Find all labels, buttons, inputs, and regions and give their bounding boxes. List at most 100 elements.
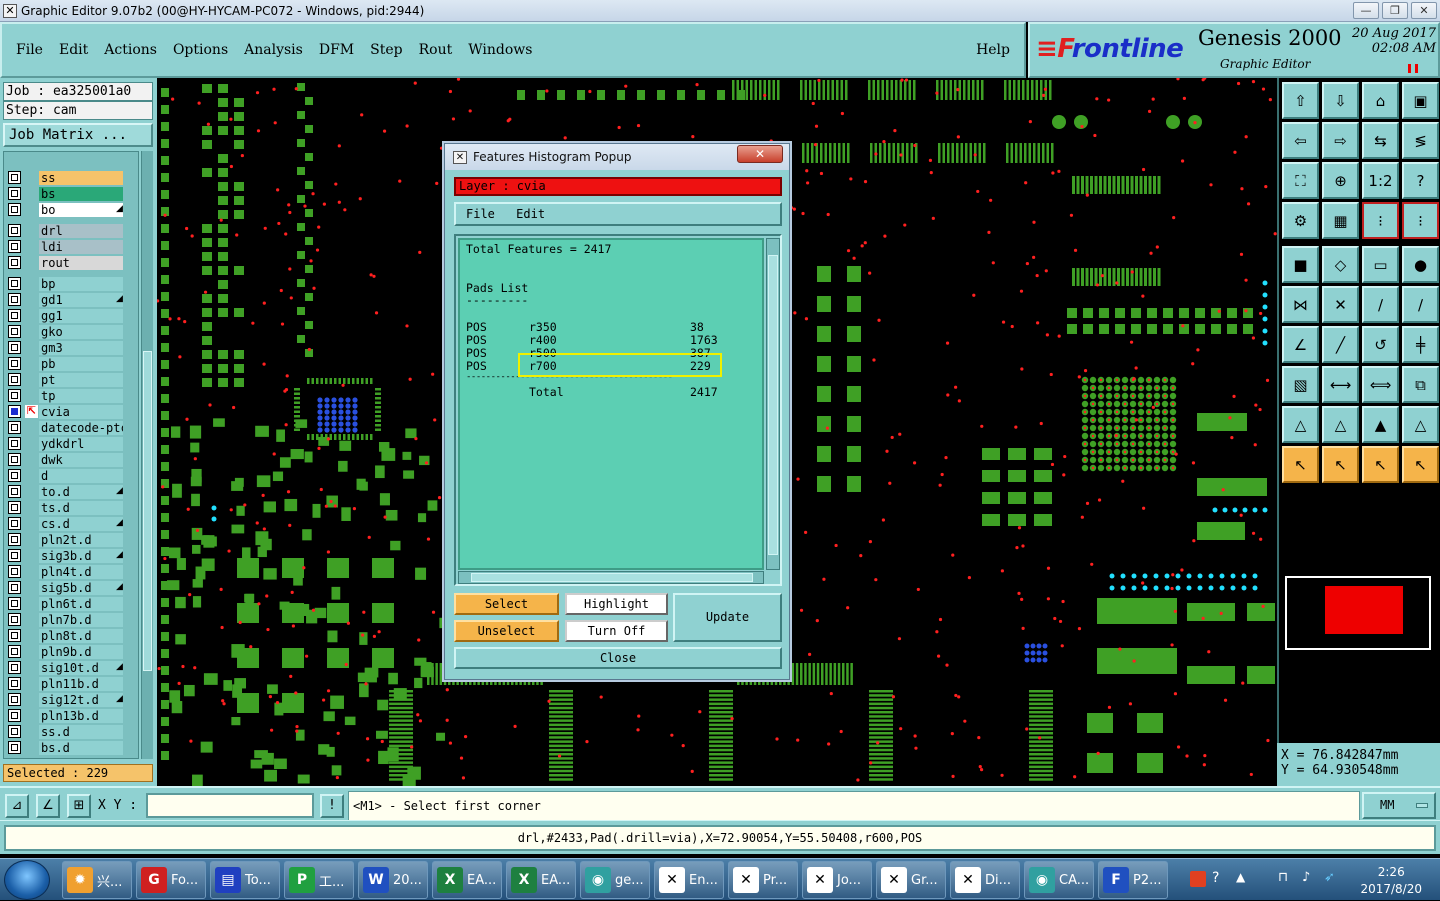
layer-checkbox[interactable]	[8, 421, 21, 434]
arc-line-icon[interactable]: ∕	[1402, 286, 1439, 323]
layer-row[interactable]: rout	[4, 255, 138, 270]
move-icon[interactable]: ⟷	[1322, 366, 1359, 403]
layer-checkbox[interactable]	[8, 357, 21, 370]
layer-name[interactable]: cvia	[39, 404, 123, 419]
layer-checkbox[interactable]	[8, 341, 21, 354]
layer-checkbox[interactable]	[8, 693, 21, 706]
scale-icon[interactable]: 1:2	[1362, 162, 1399, 199]
menu-analysis[interactable]: Analysis	[244, 42, 303, 58]
zoom-home-icon[interactable]: ⇧	[1282, 82, 1319, 119]
taskbar-item[interactable]: X EA...	[506, 861, 576, 899]
layer-name[interactable]: pln8t.d	[39, 628, 123, 643]
grid-snap-icon[interactable]: ⊞	[67, 794, 91, 818]
close-button[interactable]: ✕	[1411, 2, 1437, 19]
layer-row[interactable]: pln4t.d	[4, 564, 138, 579]
menu-dfm[interactable]: DFM	[319, 42, 354, 58]
menu-actions[interactable]: Actions	[104, 42, 157, 58]
circle-pad-icon[interactable]: ●	[1402, 246, 1439, 283]
layer-name[interactable]: sig10t.d	[39, 660, 123, 675]
layer-row[interactable]: cs.d ◢	[4, 516, 138, 531]
layer-row[interactable]: pln7b.d	[4, 612, 138, 627]
layer-checkbox[interactable]	[8, 677, 21, 690]
layer-checkbox[interactable]	[8, 277, 21, 290]
layer-name[interactable]: pln9b.d	[39, 644, 123, 659]
scrollbar-thumb[interactable]	[143, 351, 152, 671]
layer-row[interactable]: ts.d	[4, 500, 138, 515]
layer-row[interactable]: sig12t.d ◢	[4, 692, 138, 707]
taskbar-item[interactable]: ✕ Gr...	[876, 861, 946, 899]
layer-name[interactable]: bo	[39, 202, 123, 217]
layer-name[interactable]: sig3b.d	[39, 548, 123, 563]
taskbar-item[interactable]: X EA...	[432, 861, 502, 899]
layer-name[interactable]: ydkdrl	[39, 436, 123, 451]
layer-name[interactable]: pb	[39, 356, 123, 371]
turn-off-button[interactable]: Turn Off	[565, 620, 668, 642]
layer-row[interactable]: pt	[4, 372, 138, 387]
layer-name[interactable]: pln2t.d	[39, 532, 123, 547]
layer-name[interactable]: bs.d	[39, 740, 123, 755]
measure-tool-icon[interactable]: ∠	[36, 794, 60, 818]
pause-icon[interactable]	[1408, 64, 1418, 73]
layer-name[interactable]: tp	[39, 388, 123, 403]
layer-name[interactable]: drl	[39, 223, 123, 238]
layer-row[interactable]: tp	[4, 388, 138, 403]
alert-icon[interactable]: !	[320, 794, 344, 818]
layer-name[interactable]: gko	[39, 324, 123, 339]
job-matrix-button[interactable]: Job Matrix ...	[3, 123, 153, 147]
volume-icon[interactable]: ♪	[1302, 870, 1310, 885]
start-button[interactable]	[4, 860, 50, 900]
layer-name[interactable]: to.d	[39, 484, 123, 499]
layer-row[interactable]: pln13b.d	[4, 708, 138, 723]
zoom-center-icon[interactable]: ⊕	[1322, 162, 1359, 199]
layer-name[interactable]: datecode-ptc	[39, 420, 123, 435]
pan-down-icon[interactable]: ⇩	[1322, 82, 1359, 119]
taskbar-item[interactable]: ✕ Jo...	[802, 861, 872, 899]
layer-checkbox[interactable]	[8, 453, 21, 466]
layer-row[interactable]: ⇱ cvia	[4, 404, 138, 419]
menu-rout[interactable]: Rout	[419, 42, 453, 58]
menu-step[interactable]: Step	[370, 42, 402, 58]
layer-checkbox[interactable]	[8, 389, 21, 402]
layer-checkbox[interactable]	[8, 741, 21, 754]
layer-row[interactable]: sig3b.d ◢	[4, 548, 138, 563]
work-layer-icon[interactable]: ⇱	[25, 405, 38, 418]
layer-checkbox[interactable]	[8, 709, 21, 722]
layer-name[interactable]: sig12t.d	[39, 692, 123, 707]
taskbar-item[interactable]: ✕ Pr...	[728, 861, 798, 899]
layer-row[interactable]: sig5b.d ◢	[4, 580, 138, 595]
layer-row[interactable]: pb	[4, 356, 138, 371]
rotate-icon[interactable]: ◇	[1322, 246, 1359, 283]
layer-checkbox[interactable]	[8, 597, 21, 610]
layer-name[interactable]: gm3	[39, 340, 123, 355]
layers-off-icon[interactable]: ⁝	[1402, 202, 1439, 239]
taskbar-item[interactable]: ✕ En...	[654, 861, 724, 899]
unselect-button[interactable]: Unselect	[454, 620, 559, 642]
units-select[interactable]: MM	[1362, 792, 1436, 819]
app-tray-icon[interactable]: ➶	[1324, 870, 1335, 885]
popup-close-bottom-button[interactable]: Close	[454, 647, 782, 669]
layer-checkbox[interactable]	[8, 325, 21, 338]
select-path-icon[interactable]: ↖	[1402, 446, 1439, 483]
connect-icon[interactable]: ⋈	[1282, 286, 1319, 323]
layer-checkbox[interactable]	[8, 187, 21, 200]
layer-row[interactable]: drl	[4, 223, 138, 238]
layer-name[interactable]: pln4t.d	[39, 564, 123, 579]
layer-name[interactable]: pln13b.d	[39, 708, 123, 723]
layer-row[interactable]: pln2t.d	[4, 532, 138, 547]
layer-name[interactable]: ldi	[39, 239, 123, 254]
arc-icon[interactable]: ↺	[1362, 326, 1399, 363]
menu-file[interactable]: File	[16, 42, 43, 58]
layer-name[interactable]: cs.d	[39, 516, 123, 531]
layer-checkbox[interactable]	[8, 224, 21, 237]
layer-name[interactable]: pt	[39, 372, 123, 387]
layer-checkbox[interactable]	[8, 485, 21, 498]
layer-row[interactable]: bs.d	[4, 740, 138, 755]
pan-left-icon[interactable]: ⇦	[1282, 122, 1319, 159]
restore-button[interactable]: ❐	[1382, 2, 1408, 19]
layer-name[interactable]: pln11b.d	[39, 676, 123, 691]
taskbar-item[interactable]: ◉ ge...	[580, 861, 650, 899]
update-button[interactable]: Update	[673, 593, 782, 642]
layer-name[interactable]: pln6t.d	[39, 596, 123, 611]
report-text-area[interactable]: Total Features = 2417 Pads List --------…	[458, 238, 764, 570]
layer-checkbox[interactable]	[8, 501, 21, 514]
